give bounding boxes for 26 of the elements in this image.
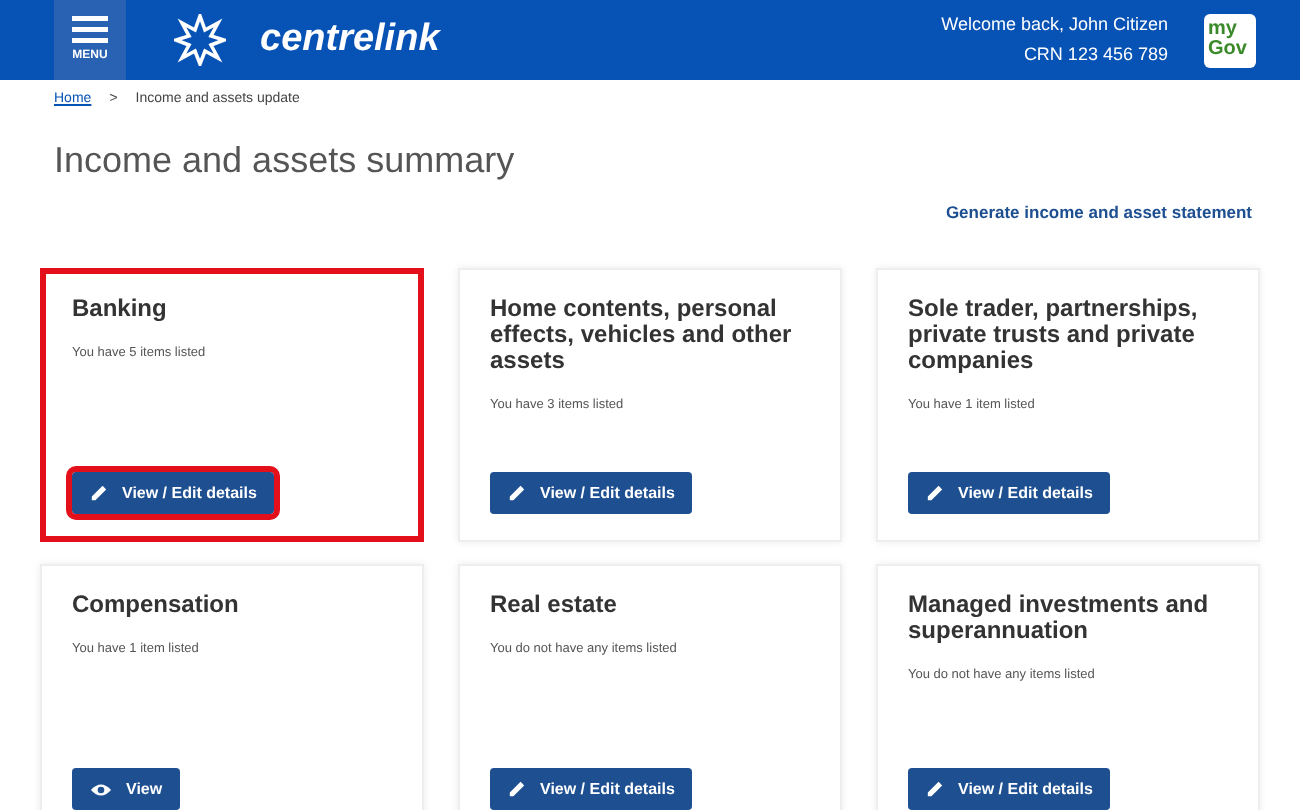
view-button[interactable]: View (72, 768, 181, 810)
card-title: Real estate (490, 592, 619, 619)
edit-button[interactable]: View / Edit details (490, 472, 693, 515)
pencil-icon (508, 780, 526, 799)
pencil-icon (508, 484, 526, 503)
pencil-icon (926, 780, 944, 799)
eye-icon (90, 781, 112, 798)
card-title: Managed investments and superannuation (908, 592, 1211, 645)
edit-button[interactable]: View / Edit details (908, 472, 1111, 515)
card-title: Compensation (72, 592, 241, 619)
page-title: Income and assets summary (54, 137, 517, 184)
crn-text: CRN 123 456 789 (1023, 42, 1168, 68)
welcome-text: Welcome back, John Citizen (941, 12, 1168, 38)
card-title: Home contents, personal effects, vehicles and other assets (490, 296, 794, 375)
edit-button[interactable]: View / Edit details (490, 768, 693, 810)
statement-link[interactable]: Generate income and asset statement (945, 199, 1252, 225)
pencil-icon (90, 484, 108, 503)
edit-button[interactable]: View / Edit details (908, 768, 1111, 810)
pencil-icon (926, 484, 944, 503)
edit-button[interactable]: View / Edit details (72, 472, 275, 515)
brand-name: centrelink (260, 15, 440, 64)
mygov-logo[interactable]: my Gov (1204, 13, 1256, 67)
card-title: Sole trader, partnerships, private trusts and private companies (908, 296, 1200, 375)
menu-icon (72, 15, 108, 43)
star-logo-icon (174, 14, 226, 66)
card-title: Banking (72, 296, 169, 323)
